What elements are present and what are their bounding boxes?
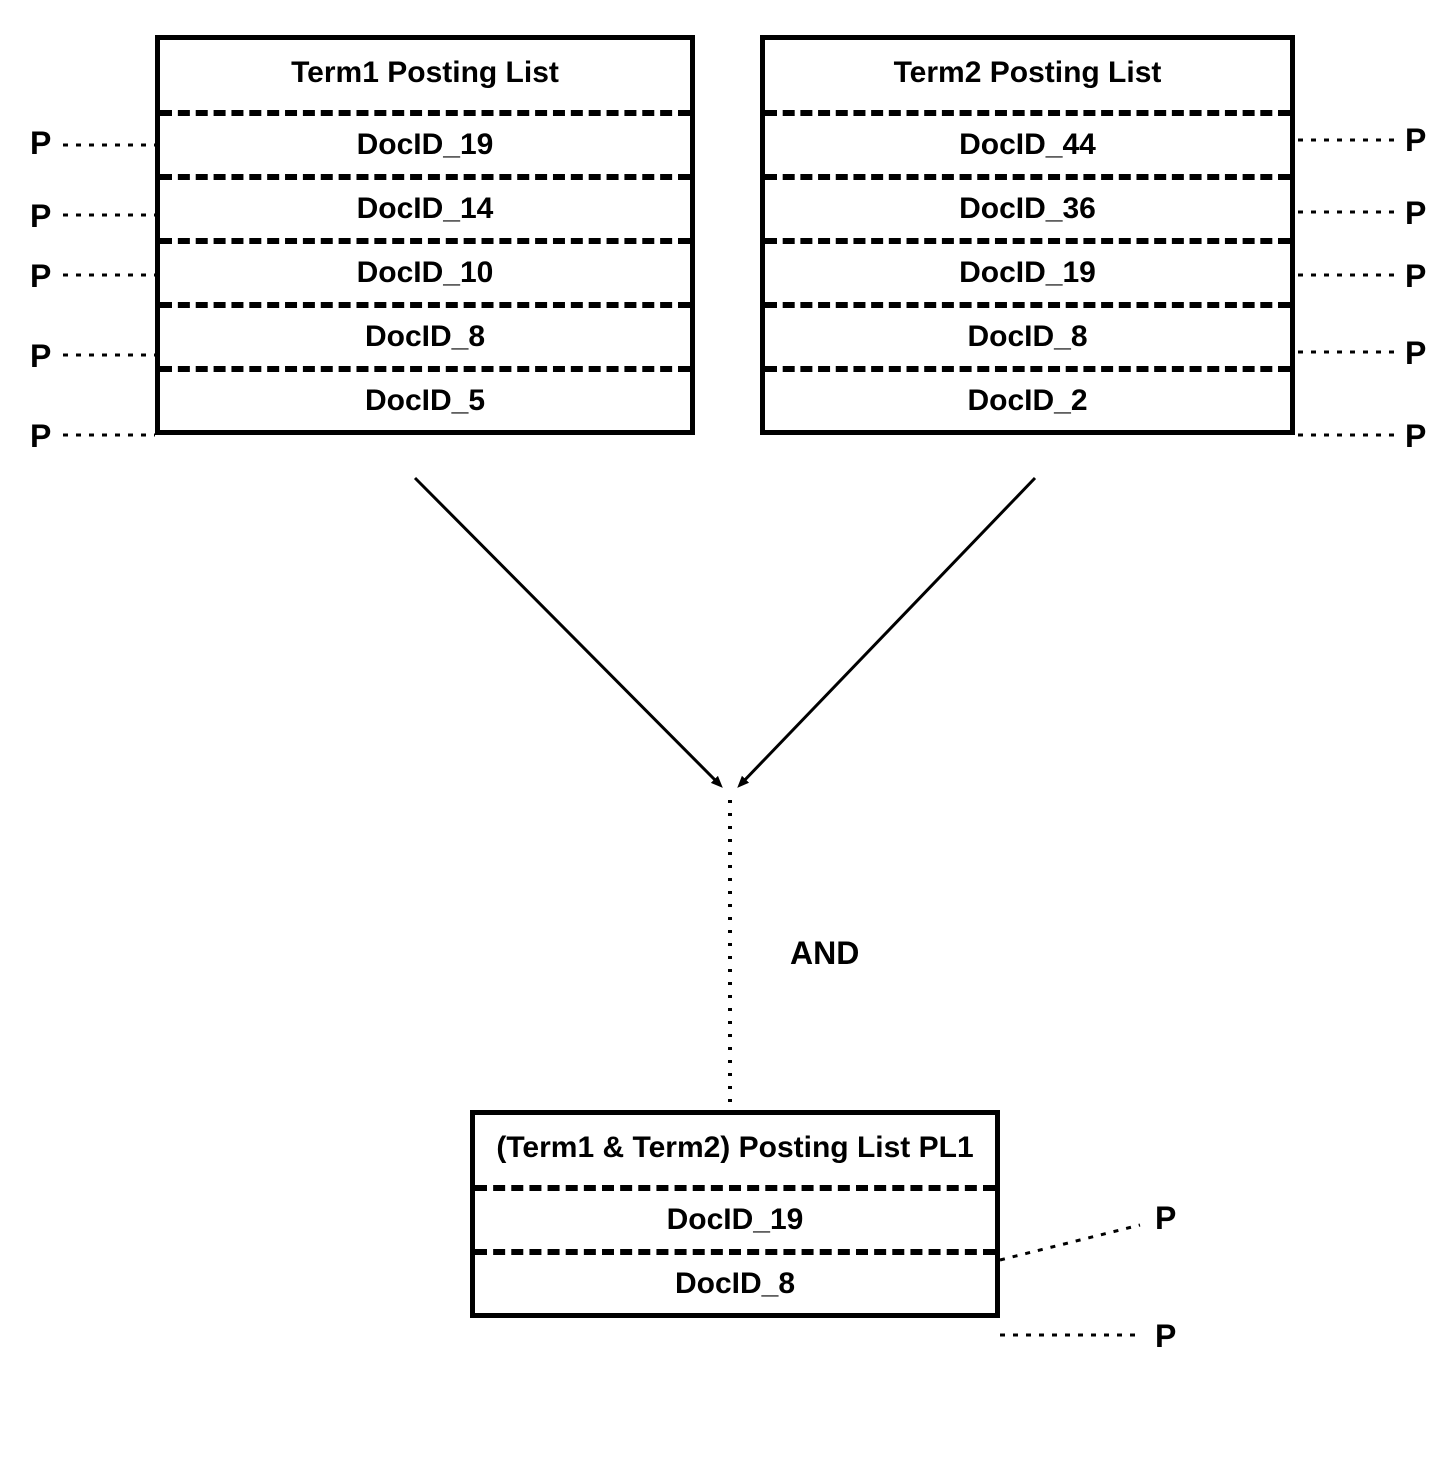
result-box: (Term1 & Term2) Posting List PL1 DocID_1…	[470, 1110, 1000, 1318]
term2-row: DocID_19	[765, 238, 1290, 302]
result-title: (Term1 & Term2) Posting List PL1	[475, 1115, 995, 1185]
result-row: DocID_8	[475, 1249, 995, 1313]
term2-box: Term2 Posting List DocID_44 DocID_36 Doc…	[760, 35, 1295, 435]
pointer-label: P	[1155, 1318, 1176, 1355]
pointer-label: P	[1155, 1200, 1176, 1237]
pointer-label: P	[1405, 258, 1426, 295]
term1-box: Term1 Posting List DocID_19 DocID_14 Doc…	[155, 35, 695, 435]
pointer-label: P	[30, 338, 51, 375]
pointer-label: P	[30, 198, 51, 235]
pointer-label: P	[1405, 418, 1426, 455]
term1-row: DocID_14	[160, 174, 690, 238]
term1-row: DocID_8	[160, 302, 690, 366]
pointer-label: P	[30, 258, 51, 295]
operator-label: AND	[790, 935, 859, 972]
term2-row: DocID_8	[765, 302, 1290, 366]
term1-row: DocID_5	[160, 366, 690, 430]
pointer-label: P	[1405, 122, 1426, 159]
term2-row: DocID_36	[765, 174, 1290, 238]
result-row: DocID_19	[475, 1185, 995, 1249]
pointer-label: P	[1405, 335, 1426, 372]
term1-row: DocID_19	[160, 110, 690, 174]
pointer-label: P	[30, 418, 51, 455]
term2-title: Term2 Posting List	[765, 40, 1290, 110]
term1-title: Term1 Posting List	[160, 40, 690, 110]
term1-row: DocID_10	[160, 238, 690, 302]
pointer-label: P	[30, 125, 51, 162]
term2-row: DocID_44	[765, 110, 1290, 174]
pointer-label: P	[1405, 195, 1426, 232]
term2-row: DocID_2	[765, 366, 1290, 430]
diagram-canvas: Term1 Posting List DocID_19 DocID_14 Doc…	[0, 0, 1454, 1467]
